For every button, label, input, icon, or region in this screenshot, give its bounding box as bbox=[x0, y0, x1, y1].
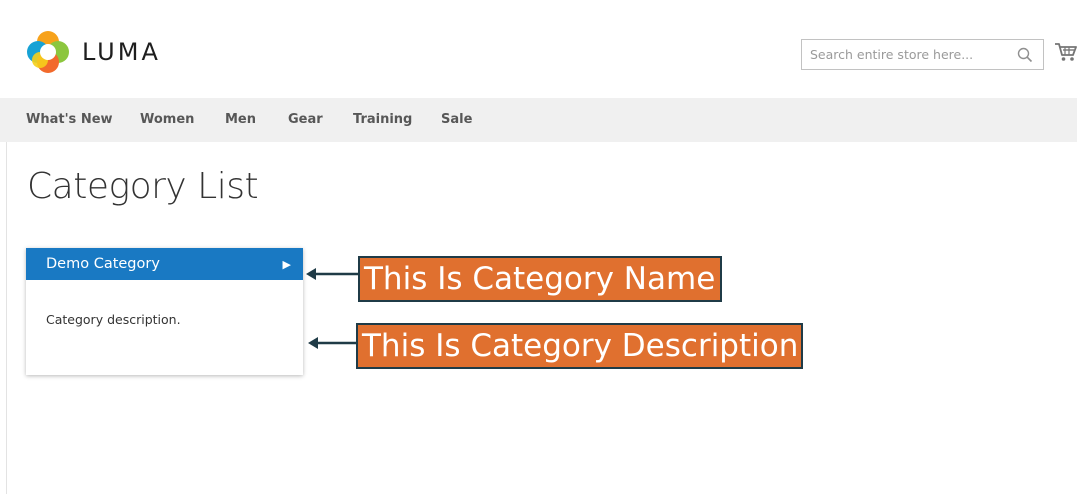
page-title: Category List bbox=[27, 166, 259, 207]
category-description: Category description. bbox=[46, 312, 181, 327]
name-annotation-arrow-icon bbox=[306, 268, 358, 280]
nav-item-gear[interactable]: Gear bbox=[288, 98, 323, 142]
category-header[interactable]: Demo Category ▶ bbox=[26, 248, 303, 280]
nav-item-men[interactable]: Men bbox=[225, 98, 256, 142]
search-input[interactable] bbox=[802, 40, 1012, 69]
annotation-category-description: This Is Category Description bbox=[356, 323, 803, 369]
search-box bbox=[801, 39, 1044, 70]
nav-item-training[interactable]: Training bbox=[353, 98, 412, 142]
luma-logo-icon bbox=[27, 31, 69, 73]
search-icon[interactable] bbox=[1017, 47, 1033, 63]
nav-item-whats-new[interactable]: What's New bbox=[26, 98, 113, 142]
store-logo[interactable]: LUMA bbox=[26, 30, 161, 74]
cart-icon[interactable] bbox=[1054, 41, 1077, 63]
nav-item-sale[interactable]: Sale bbox=[441, 98, 472, 142]
expand-arrow-icon[interactable]: ▶ bbox=[283, 258, 291, 271]
description-annotation-arrow-icon bbox=[308, 337, 356, 349]
nav-item-women[interactable]: Women bbox=[140, 98, 194, 142]
page: LUMA What's New Women Men Gear Training … bbox=[0, 0, 1077, 494]
category-card: Demo Category ▶ Category description. bbox=[26, 248, 303, 375]
category-name: Demo Category bbox=[46, 256, 160, 272]
annotation-category-name: This Is Category Name bbox=[358, 256, 722, 302]
content-border bbox=[6, 140, 7, 494]
main-navigation: What's New Women Men Gear Training Sale bbox=[0, 98, 1077, 142]
logo-text: LUMA bbox=[82, 38, 161, 66]
